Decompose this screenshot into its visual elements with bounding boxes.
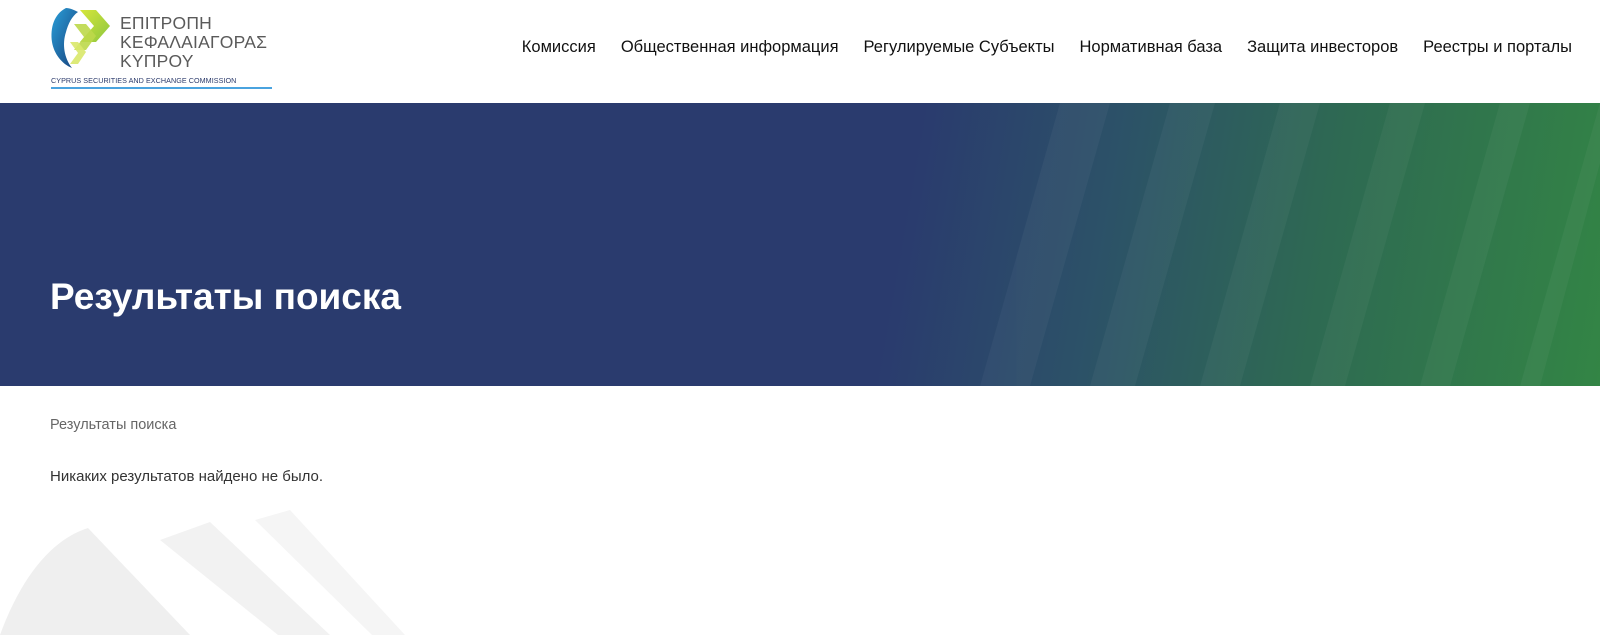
nav-item-registries-portals[interactable]: Реестры и порталы [1423,36,1572,58]
logo-underline [51,87,272,89]
nav-item-legal-framework[interactable]: Нормативная база [1080,36,1223,58]
logo-text-line-1: ΕΠΙΤΡΟΠΗ [120,13,213,33]
logo-text-line-3: ΚΥΠΡΟΥ [120,51,194,71]
breadcrumb: Результаты поиска [50,417,177,433]
nav-item-regulated-entities[interactable]: Регулируемые Субъекты [864,36,1055,58]
nav-item-public-information[interactable]: Общественная информация [621,36,839,58]
hero-banner: Результаты поиска [0,103,1600,386]
logo-subtitle: CYPRUS SECURITIES AND EXCHANGE COMMISSIO… [51,76,237,85]
background-chevron-decoration [0,510,405,635]
nav-item-commission[interactable]: Комиссия [522,36,596,58]
logo-emblem-icon [51,8,110,68]
site-header: ΕΠΙΤΡΟΠΗ ΚΕΦΑΛΑΙΑΓΟΡΑΣ ΚΥΠΡΟΥ CYPRUS SEC… [0,0,1600,103]
logo-text-line-2: ΚΕΦΑΛΑΙΑΓΟΡΑΣ [120,32,268,52]
nav-item-investor-protection[interactable]: Защита инвесторов [1247,36,1398,58]
page-title: Результаты поиска [50,276,401,317]
no-results-message: Никаких результатов найдено не было. [50,468,324,485]
main-nav: Комиссия Общественная информация Регулир… [522,36,1572,58]
page: ΕΠΙΤΡΟΠΗ ΚΕΦΑΛΑΙΑΓΟΡΑΣ ΚΥΠΡΟΥ CYPRUS SEC… [0,0,1600,635]
site-logo[interactable]: ΕΠΙΤΡΟΠΗ ΚΕΦΑΛΑΙΑΓΟΡΑΣ ΚΥΠΡΟΥ CYPRUS SEC… [50,6,282,90]
hero-diagonal-stripes [0,103,1600,386]
